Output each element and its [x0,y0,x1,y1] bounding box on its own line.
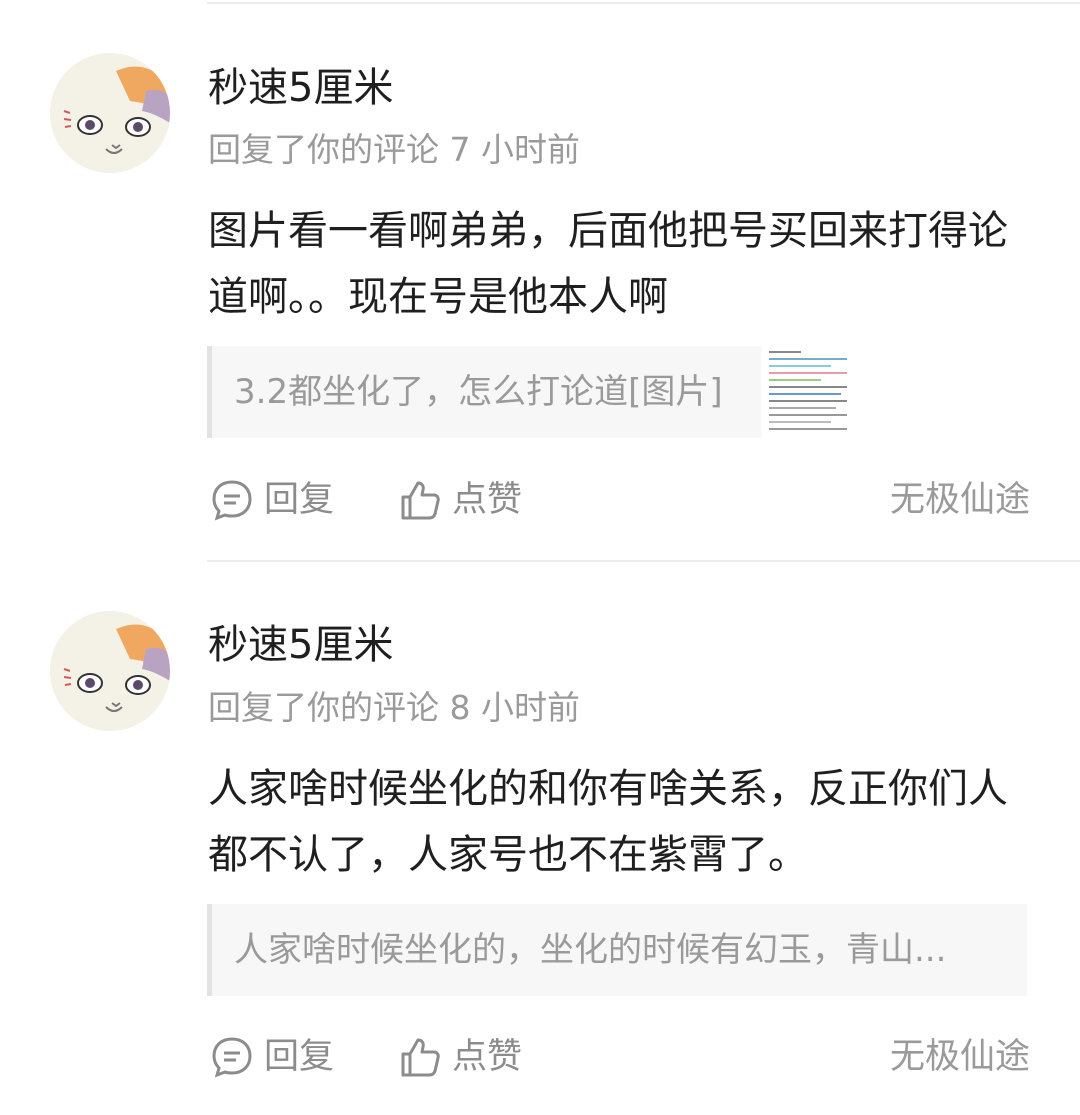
quoted-text: 人家啥时候坐化的，坐化的时候有幻玉，青山... [234,930,947,970]
cat-face-avatar [50,611,170,731]
username[interactable]: 秒速5厘米 [208,621,393,669]
source-tag[interactable]: 无极仙途 [890,478,1030,522]
username[interactable]: 秒速5厘米 [208,64,393,112]
thumbs-up-icon [401,481,440,520]
like-button[interactable]: 点赞 [398,1035,522,1079]
avatar[interactable] [50,53,170,173]
cat-face-avatar [50,53,170,173]
image-thumbnail[interactable] [761,346,852,438]
reply-label: 回复 [264,480,335,520]
comment-meta: 回复了你的评论 8 小时前 [208,688,580,727]
comment-bubble-icon [212,1037,252,1078]
source-tag[interactable]: 无极仙途 [890,1035,1030,1079]
reply-button[interactable]: 回复 [210,1035,334,1079]
thumbs-up-icon [401,1038,440,1077]
top-divider [207,2,1080,4]
comment-bubble-icon [212,480,252,521]
comment-divider [207,560,1080,562]
quoted-text: 3.2都坐化了，怎么打论道[图片] [234,372,723,412]
like-label: 点赞 [452,1037,523,1077]
comment-body: 图片看一看啊弟弟，后面他把号买回来打得论道啊。。现在号是他本人啊 [208,208,1008,320]
avatar[interactable] [50,611,170,731]
quoted-comment[interactable]: 人家啥时候坐化的，坐化的时候有幻玉，青山... [207,904,1027,996]
quoted-comment[interactable]: 3.2都坐化了，怎么打论道[图片] [207,346,852,438]
reply-button[interactable]: 回复 [210,478,334,522]
like-label: 点赞 [452,480,523,520]
comment-meta: 回复了你的评论 7 小时前 [208,130,580,169]
like-button[interactable]: 点赞 [398,478,522,522]
comment-body: 人家啥时候坐化的和你有啥关系，反正你们人都不认了，人家号也不在紫霄了。 [208,766,1008,878]
reply-label: 回复 [264,1037,335,1077]
